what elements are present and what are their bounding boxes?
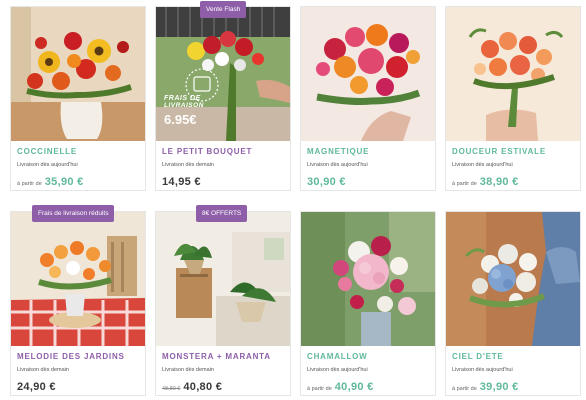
product-price: 30,90 €: [307, 176, 346, 188]
price-block: 30,90 €: [307, 176, 346, 188]
product-name[interactable]: COCCINELLE: [17, 147, 77, 156]
price-block: à partir de 40,90 €: [307, 381, 374, 393]
product-image[interactable]: [446, 7, 580, 141]
product-price: 24,90 €: [17, 381, 56, 393]
product-name[interactable]: CIEL D'ETE: [452, 352, 504, 361]
product-name[interactable]: MAGNETIQUE: [307, 147, 369, 156]
product-image[interactable]: [301, 7, 435, 141]
product-price: 39,90 €: [479, 381, 519, 393]
product-card-melodie-des-jardins[interactable]: Frais de livraison réduits MELODIE DES J…: [10, 205, 146, 396]
price-block: à partir de 35,90 €: [17, 176, 84, 188]
product-price: 40,90 €: [334, 381, 374, 393]
product-name[interactable]: MONSTERA + MARANTA: [162, 352, 271, 361]
price-block: 24,90 €: [17, 381, 56, 393]
price-prefix: à partir de: [452, 386, 477, 392]
price-block: à partir de 38,90 €: [452, 176, 519, 188]
product-card-le-petit-bouquet[interactable]: Vente Flash FRAIS DE LIVRAISON 6.95€ LE …: [155, 1, 291, 191]
price-block: à partir de 39,90 €: [452, 381, 519, 393]
product-name[interactable]: MELODIE DES JARDINS: [17, 352, 125, 361]
product-image[interactable]: [156, 212, 290, 346]
product-image[interactable]: [11, 212, 145, 346]
product-image[interactable]: [446, 212, 580, 346]
product-card-douceur-estivale[interactable]: DOUCEUR ESTIVALE Livraison dès aujourd'h…: [445, 6, 581, 191]
delivery-info: Livraison dès aujourd'hui: [452, 162, 513, 168]
delivery-info: Livraison dès aujourd'hui: [307, 162, 368, 168]
product-grid: COCCINELLE Livraison dès aujourd'hui à p…: [0, 0, 586, 400]
product-name[interactable]: CHAMALLOW: [307, 352, 368, 361]
product-price: 38,90 €: [479, 176, 519, 188]
price-prefix: à partir de: [17, 181, 42, 187]
delivery-info: Livraison dès aujourd'hui: [17, 162, 78, 168]
price-block: 48,80 € 40,80 €: [162, 381, 222, 393]
delivery-info: Livraison dès aujourd'hui: [307, 367, 368, 373]
product-name[interactable]: DOUCEUR ESTIVALE: [452, 147, 546, 156]
product-price: 40,80 €: [183, 381, 223, 393]
product-card-ciel-d-ete[interactable]: CIEL D'ETE Livraison dès aujourd'hui à p…: [445, 211, 581, 396]
price-prefix: à partir de: [452, 181, 477, 187]
product-image[interactable]: [301, 212, 435, 346]
delivery-info: Livraison dès demain: [17, 367, 69, 373]
product-image[interactable]: [11, 7, 145, 141]
delivery-info: Livraison dès demain: [162, 367, 214, 373]
product-card-coccinelle[interactable]: COCCINELLE Livraison dès aujourd'hui à p…: [10, 6, 146, 191]
delivery-promo: FRAIS DE LIVRAISON 6.95€: [164, 95, 204, 127]
delivery-info: Livraison dès demain: [162, 162, 214, 168]
product-price: 35,90 €: [44, 176, 84, 188]
product-card-magnetique[interactable]: MAGNETIQUE Livraison dès aujourd'hui 30,…: [300, 6, 436, 191]
delivery-info: Livraison dès aujourd'hui: [452, 367, 513, 373]
flash-sale-badge: Vente Flash: [200, 1, 247, 18]
product-card-monstera-maranta[interactable]: 8€ OFFERTS MONSTERA + MARANTA Livraison …: [155, 205, 291, 396]
product-price: 14,95 €: [162, 176, 201, 188]
product-name[interactable]: LE PETIT BOUQUET: [162, 147, 252, 156]
product-card-chamallow[interactable]: CHAMALLOW Livraison dès aujourd'hui à pa…: [300, 211, 436, 396]
discount-badge: 8€ OFFERTS: [196, 205, 248, 222]
old-price: 48,80 €: [162, 386, 181, 392]
price-prefix: à partir de: [307, 386, 332, 392]
reduced-shipping-badge: Frais de livraison réduits: [32, 205, 115, 222]
price-block: 14,95 €: [162, 176, 201, 188]
